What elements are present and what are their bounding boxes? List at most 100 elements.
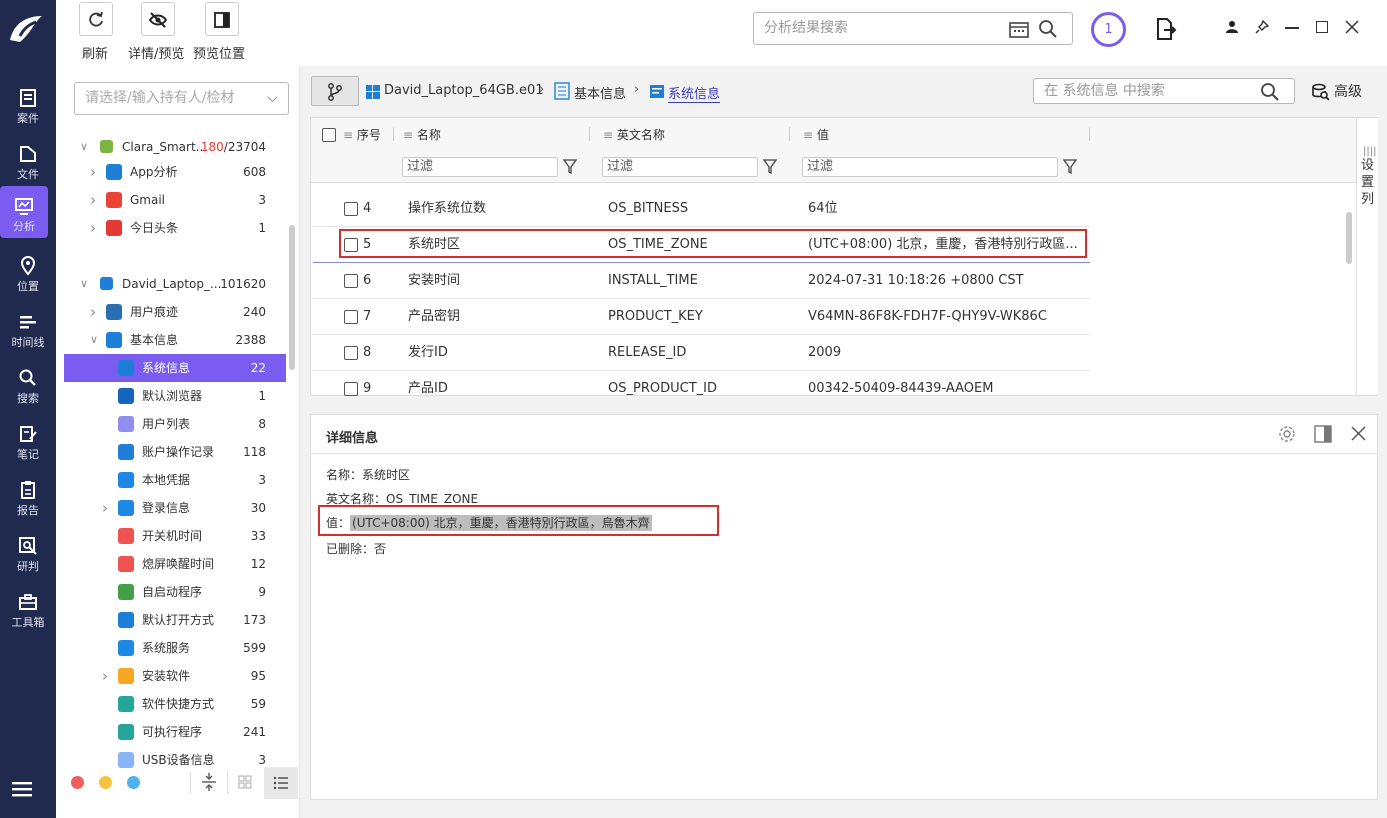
tree-item[interactable]: › 今日头条 1 [64,214,286,242]
tree-item-count: 59 [250,697,266,711]
tree-item[interactable]: ∨ 基本信息 2388 [64,326,286,354]
filter-icon[interactable] [563,159,577,175]
row-checkbox[interactable] [344,274,358,288]
row-checkbox[interactable] [344,310,358,324]
cell-name: 产品密钥 [408,309,461,324]
collapse-icon[interactable] [201,773,217,791]
tree-item[interactable]: › Gmail 3 [64,186,286,214]
nav-toolbox[interactable]: 工具箱 [0,582,56,632]
tree-item[interactable]: 熄屏唤醒时间 12 [64,550,286,578]
red-dot[interactable] [71,776,84,789]
chevron-down-icon[interactable]: ∨ [80,270,88,298]
val-filter-input[interactable]: 过滤 [802,157,1058,177]
nav-file[interactable]: 文件 [0,134,56,184]
column-val[interactable]: ≡ 值 [803,120,829,150]
gear-icon[interactable] [1278,425,1296,443]
row-checkbox[interactable] [344,346,358,360]
tree-item[interactable]: 默认打开方式 173 [64,606,286,634]
tree-item[interactable]: › App分析 608 [64,158,286,186]
holder-select-input[interactable]: 请选择/输入持有人/检材 ⌵ [74,82,289,115]
branch-button[interactable] [311,76,359,106]
settings-columns-button[interactable]: |||| 设 置 列 [1356,118,1378,395]
chevron-right-icon[interactable]: › [90,158,96,186]
detail-val-value[interactable]: (UTC+08:00) 北京，重慶，香港特別行政區，烏魯木齊 [350,515,652,531]
tree-item[interactable]: USB设备信息 3 [64,746,286,774]
row-checkbox[interactable] [344,202,358,216]
filter-icon[interactable] [763,159,777,175]
maximize-icon[interactable] [1316,21,1328,33]
tree-item[interactable]: › 用户痕迹 240 [64,298,286,326]
chevron-down-icon[interactable]: ∨ [90,326,98,354]
table-row[interactable]: 4 操作系统位数 OS_BITNESS 64位 [312,191,1090,227]
tree-item[interactable]: 软件快捷方式 59 [64,690,286,718]
tree-item[interactable]: › 登录信息 30 [64,494,286,522]
tree-item[interactable]: 本地凭据 3 [64,466,286,494]
refresh-button[interactable] [79,2,113,36]
row-checkbox[interactable] [344,382,358,396]
nav-timeline[interactable]: 时间线 [0,302,56,352]
grid-view-icon[interactable] [238,775,252,789]
nav-location[interactable]: 位置 [0,246,56,296]
filter-icon[interactable] [1063,159,1077,175]
list-view-button[interactable] [264,767,298,799]
panel-layout-icon[interactable] [1314,425,1332,443]
close-icon[interactable] [1345,20,1359,34]
column-en[interactable]: ≡ 英文名称 [603,120,665,150]
table-scrollbar[interactable] [1346,212,1352,264]
tree-item[interactable]: 账户操作记录 118 [64,438,286,466]
select-all-checkbox[interactable] [322,128,336,142]
app-logo [6,10,46,50]
minimize-icon[interactable] [1285,27,1299,29]
column-seq[interactable]: ≡ 序号 [343,120,381,150]
tree-item[interactable]: › 安装软件 95 [64,662,286,690]
nav-judge[interactable]: 研判 [0,526,56,576]
panel-search-input[interactable]: 在 系统信息 中搜索 [1033,78,1295,104]
nav-note[interactable]: 笔记 [0,414,56,464]
close-icon[interactable] [1351,426,1366,441]
breadcrumb-device[interactable]: David_Laptop_64GB.e01 [384,83,544,98]
menu-icon[interactable] [12,780,32,798]
chevron-right-icon[interactable]: › [90,214,96,242]
breadcrumb-current[interactable]: 系统信息 [668,83,721,103]
chevron-right-icon[interactable]: › [90,186,96,214]
search-icon[interactable] [1260,82,1280,102]
nav-report[interactable]: 报告 [0,470,56,520]
name-filter-input[interactable]: 过滤 [402,157,558,177]
analysis-search-input[interactable]: 分析结果搜索 [753,12,1073,45]
pin-icon[interactable] [1255,20,1269,34]
nav-case[interactable]: 案件 [0,78,56,128]
calendar-icon[interactable] [1009,20,1029,38]
tree-item[interactable]: 系统服务 599 [64,634,286,662]
tree-item[interactable]: 系统信息 22 [64,354,286,382]
nav-search[interactable]: 搜索 [0,358,56,408]
yellow-dot[interactable] [99,776,112,789]
tree-scrollbar[interactable] [289,225,295,370]
preview-position-button[interactable] [205,2,239,36]
tree-item[interactable]: 默认浏览器 1 [64,382,286,410]
chevron-right-icon[interactable]: › [90,298,96,326]
tree-item[interactable]: ∨ Clara_Smart... 180/23704 [64,133,286,161]
details-preview-button[interactable] [141,2,175,36]
table-row[interactable]: 8 发行ID RELEASE_ID 2009 [312,335,1090,371]
search-icon[interactable] [1038,19,1058,39]
tree-item[interactable]: ∨ David_Laptop_... 101620 [64,270,286,298]
chevron-right-icon[interactable]: › [102,494,108,522]
tree-item[interactable]: 可执行程序 241 [64,718,286,746]
tree-item[interactable]: 自启动程序 9 [64,578,286,606]
tree-item[interactable]: 开关机时间 33 [64,522,286,550]
task-count-badge[interactable]: 1 [1091,12,1126,47]
breadcrumb-category[interactable]: 基本信息 [574,83,626,102]
export-icon[interactable] [1155,17,1177,41]
chevron-down-icon[interactable]: ∨ [80,133,88,161]
user-icon[interactable] [1225,20,1239,34]
nav-analysis[interactable]: 分析 [0,186,48,238]
column-name[interactable]: ≡ 名称 [403,120,441,150]
en-filter-input[interactable]: 过滤 [602,157,758,177]
table-row[interactable]: 9 产品ID OS_PRODUCT_ID 00342-50409-84439-AAOE… [312,371,1090,396]
table-row[interactable]: 7 产品密钥 PRODUCT_KEY V64MN-86F8K-FDH7F-QHY9V-… [312,299,1090,335]
advanced-button[interactable]: 高级 [1312,80,1368,104]
tree-item[interactable]: 用户列表 8 [64,410,286,438]
table-row[interactable]: 6 安装时间 INSTALL_TIME 2024-07-31 10:18:26 +08… [312,263,1090,299]
blue-dot[interactable] [127,776,140,789]
chevron-right-icon[interactable]: › [102,662,108,690]
